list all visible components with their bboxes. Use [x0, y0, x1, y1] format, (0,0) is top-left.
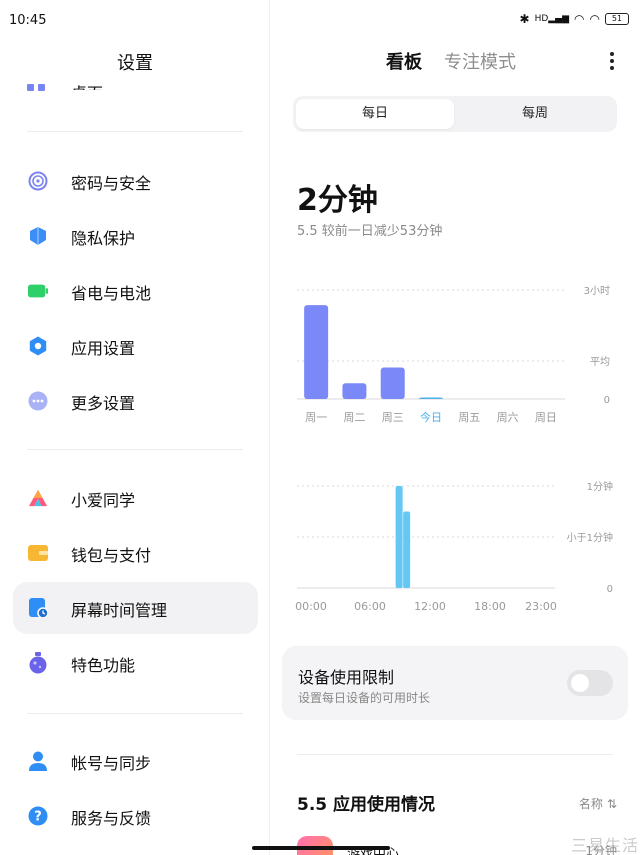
sidebar-item-account-sync[interactable]: 帐号与同步 — [13, 735, 258, 787]
desktop-icon — [27, 84, 45, 91]
limit-subtitle: 设置每日设备的可用时长 — [298, 691, 431, 705]
sidebar-item-label: 钱包与支付 — [71, 546, 152, 565]
sidebar-item-battery[interactable]: 省电与电池 — [13, 265, 258, 317]
weekly-usage-chart: 3小时平均 0 周一 周二 周三 今日 周五 周六 周日 — [297, 285, 610, 424]
account-icon — [28, 751, 48, 771]
svg-text:?: ? — [34, 810, 42, 825]
more-options-icon[interactable] — [609, 52, 615, 70]
x-tick-label: 周二 — [343, 411, 365, 424]
watermark: 三易生活 — [570, 836, 639, 855]
fingerprint-icon — [28, 171, 48, 191]
sidebar-item-label: 屏幕时间管理 — [71, 601, 168, 620]
y-tick-label: 小于1分钟 — [567, 531, 613, 544]
x-tick-label: 今日 — [420, 410, 442, 424]
sort-label: 名称 — [578, 797, 603, 811]
y-tick-label: 3小时 — [584, 285, 610, 297]
device-limit-card[interactable]: 设备使用限制 设置每日设备的可用时长 — [282, 646, 628, 720]
hourly-usage-chart: 1分钟小于1分钟 0 00:00 06:00 12:00 18:00 23:00 — [295, 480, 613, 613]
x-tick-label: 周三 — [382, 411, 404, 424]
period-segmented-control: 每日 每周 — [293, 96, 617, 132]
bar-周三 — [380, 367, 405, 399]
sidebar-item-desktop[interactable]: 桌面 — [71, 80, 103, 90]
x-tick-label: 18:00 — [474, 600, 506, 613]
total-usage: 2分钟 — [297, 183, 378, 218]
hourly-bar — [395, 486, 403, 588]
sort-icon: ⇅ — [606, 796, 617, 811]
gear-icon — [28, 336, 48, 356]
screen-time-icon — [28, 598, 48, 618]
sidebar-item-label: 服务与反馈 — [71, 809, 152, 828]
potion-icon — [28, 652, 48, 674]
settings-sidebar: 设置 桌面 密码与安全 隐私保护 省电与电池 应用设置 更多设置 — [0, 0, 270, 855]
sidebar-item-label: 帐号与同步 — [71, 754, 152, 773]
bar-周二 — [342, 383, 367, 399]
x-tick-label: 周六 — [497, 411, 519, 424]
sidebar-item-screen-time[interactable]: 屏幕时间管理 — [13, 582, 258, 634]
limit-title: 设备使用限制 — [298, 668, 395, 687]
top-tabs: 看板 专注模式 — [386, 48, 516, 74]
sidebar-item-label: 应用设置 — [71, 339, 136, 358]
tab-dashboard[interactable]: 看板 — [386, 48, 422, 74]
sidebar-item-features[interactable]: 特色功能 — [13, 637, 258, 689]
screen-time-panel: 看板 专注模式 每日 每周 2分钟 5.5 较前一日减少53分钟 3小时平均 0 周… — [270, 0, 641, 855]
bar-周一 — [304, 305, 329, 399]
sort-button[interactable]: 名称 ⇅ — [579, 795, 617, 812]
sidebar-item-wallet[interactable]: 钱包与支付 — [13, 527, 258, 579]
sidebar-item-privacy[interactable]: 隐私保护 — [13, 210, 258, 262]
sidebar-item-label: 隐私保护 — [71, 229, 136, 248]
sidebar-item-label: 更多设置 — [71, 394, 136, 413]
hourly-bar — [403, 511, 411, 588]
bar-今日 — [419, 397, 443, 399]
x-tick-label: 周一 — [305, 411, 327, 424]
sidebar-item-label: 小爱同学 — [71, 491, 136, 510]
privacy-shield-icon — [28, 226, 48, 246]
sidebar-item-app-settings[interactable]: 应用设置 — [13, 320, 258, 372]
divider — [27, 131, 243, 132]
divider — [27, 449, 243, 450]
xiaoai-icon — [28, 488, 48, 508]
x-tick-label: 周五 — [458, 411, 480, 424]
y-tick-label: 平均 — [590, 356, 610, 368]
wallet-icon — [28, 543, 48, 563]
home-indicator[interactable] — [252, 846, 390, 850]
help-icon: ? — [28, 806, 48, 826]
limit-toggle[interactable] — [567, 670, 613, 696]
segment-daily[interactable]: 每日 — [296, 99, 454, 129]
page-title: 设置 — [117, 53, 153, 74]
x-tick-label: 00:00 — [295, 600, 327, 613]
battery-icon — [28, 281, 48, 301]
segment-weekly[interactable]: 每周 — [456, 99, 614, 129]
sidebar-item-label: 特色功能 — [71, 656, 136, 675]
x-tick-label: 06:00 — [354, 600, 386, 613]
y-tick-label: 0 — [607, 584, 613, 595]
sidebar-item-password-security[interactable]: 密码与安全 — [13, 155, 258, 207]
divider — [297, 754, 613, 755]
tab-focus-mode[interactable]: 专注模式 — [444, 48, 516, 74]
x-tick-label: 周日 — [535, 411, 557, 424]
sidebar-item-service-feedback[interactable]: ? 服务与反馈 — [13, 790, 258, 842]
sidebar-item-label: 省电与电池 — [71, 284, 152, 303]
divider — [27, 713, 243, 714]
more-dots-icon — [28, 391, 48, 411]
app-usage-title: 5.5 应用使用情况 — [297, 795, 436, 815]
usage-comparison: 5.5 较前一日减少53分钟 — [297, 224, 443, 239]
sidebar-item-label: 密码与安全 — [71, 174, 152, 193]
y-tick-label: 1分钟 — [587, 480, 613, 493]
x-tick-label: 23:00 — [525, 600, 557, 613]
x-tick-label: 12:00 — [414, 600, 446, 613]
y-tick-label: 0 — [604, 395, 610, 406]
sidebar-item-more-settings[interactable]: 更多设置 — [13, 375, 258, 427]
toggle-knob — [571, 674, 589, 692]
sidebar-item-xiaoai[interactable]: 小爱同学 — [13, 472, 258, 524]
